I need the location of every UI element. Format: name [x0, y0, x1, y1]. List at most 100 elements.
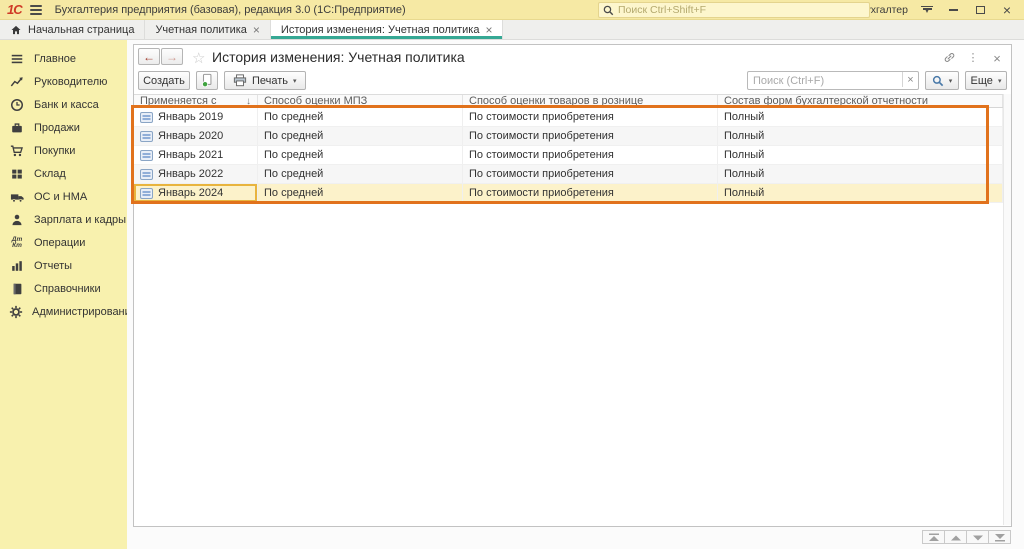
table-row[interactable]: Январь 2019 По средней По стоимости прио… — [134, 108, 1003, 127]
more-button[interactable]: Еще ▾ — [965, 71, 1007, 90]
forward-button[interactable]: → — [161, 48, 183, 65]
sidebar-item-salary-hr[interactable]: Зарплата и кадры — [0, 208, 127, 231]
cell-retail[interactable]: По стоимости приобретения — [463, 127, 718, 146]
column-header-mpz[interactable]: Способ оценки МПЗ — [258, 95, 463, 107]
scroll-up-button[interactable] — [944, 530, 967, 544]
sidebar-item-label: Администрирование — [32, 306, 137, 318]
sidebar-item-purchases[interactable]: Покупки — [0, 139, 127, 162]
service-menu-icon[interactable]: ▾ — [921, 6, 933, 14]
cell-mpz[interactable]: По средней — [258, 165, 463, 184]
sidebar-item-fixed-assets[interactable]: ОС и НМА — [0, 185, 127, 208]
column-header-retail[interactable]: Способ оценки товаров в рознице — [463, 95, 718, 107]
cell-retail[interactable]: По стоимости приобретения — [463, 184, 718, 203]
print-button[interactable]: Печать ▾ — [224, 71, 306, 90]
sidebar-item-manager[interactable]: Руководителю — [0, 70, 127, 93]
cell-period[interactable]: Январь 2019 — [134, 108, 258, 127]
cell-period-current[interactable]: Январь 2024 — [134, 184, 258, 203]
table-row[interactable]: Январь 2021 По средней По стоимости прио… — [134, 146, 1003, 165]
scroll-first-button[interactable] — [922, 530, 945, 544]
briefcase-icon — [9, 120, 25, 136]
bar-chart-icon — [9, 258, 25, 274]
sidebar-item-directories[interactable]: Справочники — [0, 277, 127, 300]
tab-close-icon[interactable]: × — [253, 24, 260, 36]
menu-lines-icon — [9, 51, 25, 67]
create-button[interactable]: Создать — [138, 71, 190, 90]
search-icon — [603, 5, 614, 16]
restore-button[interactable] — [973, 3, 987, 17]
get-link-icon[interactable] — [937, 51, 961, 67]
gear-icon — [9, 304, 23, 320]
sidebar-item-label: Отчеты — [34, 260, 72, 272]
tab-home[interactable]: Начальная страница — [0, 20, 145, 39]
record-icon — [140, 188, 153, 199]
cell-mpz[interactable]: По средней — [258, 127, 463, 146]
sidebar-item-administration[interactable]: Администрирование — [0, 300, 127, 323]
back-button[interactable]: ← — [138, 48, 160, 65]
table-search-input[interactable] — [747, 71, 919, 90]
sidebar-item-label: Операции — [34, 237, 85, 249]
cell-period[interactable]: Январь 2021 — [134, 146, 258, 165]
sidebar-item-reports[interactable]: Отчеты — [0, 254, 127, 277]
cell-mpz[interactable]: По средней — [258, 184, 463, 203]
cell-forms[interactable]: Полный — [718, 127, 1003, 146]
form-close-button[interactable]: × — [985, 51, 1009, 67]
scroll-last-button[interactable] — [988, 530, 1011, 544]
tab-accounting-policy[interactable]: Учетная политика × — [145, 20, 270, 39]
record-icon — [140, 131, 153, 142]
tab-history-accounting-policy[interactable]: История изменения: Учетная политика × — [271, 20, 504, 39]
home-icon — [10, 24, 22, 36]
column-header-period[interactable]: Применяется с ↓ — [134, 95, 258, 107]
sidebar-item-label: Склад — [34, 168, 66, 180]
tabbar: Начальная страница Учетная политика × Ис… — [0, 20, 1024, 40]
minimize-button[interactable] — [946, 3, 960, 17]
create-copy-button[interactable] — [196, 71, 218, 90]
sidebar-item-label: Главное — [34, 53, 76, 65]
sidebar-item-main[interactable]: Главное — [0, 47, 127, 70]
sidebar-item-warehouse[interactable]: Склад — [0, 162, 127, 185]
page-title: История изменения: Учетная политика — [212, 49, 465, 65]
favorite-star-icon[interactable]: ☆ — [192, 49, 205, 67]
cell-retail[interactable]: По стоимости приобретения — [463, 146, 718, 165]
chevron-down-icon: ▾ — [998, 77, 1002, 85]
cell-forms[interactable]: Полный — [718, 108, 1003, 127]
more-dots-icon[interactable]: ⋮ — [961, 51, 985, 67]
sidebar-item-sales[interactable]: Продажи — [0, 116, 127, 139]
cell-period[interactable]: Январь 2020 — [134, 127, 258, 146]
search-options-button[interactable]: ▾ — [925, 71, 959, 90]
close-window-button[interactable]: × — [1000, 3, 1014, 17]
truck-icon — [9, 189, 25, 205]
table-row[interactable]: Январь 2022 По средней По стоимости прио… — [134, 165, 1003, 184]
debit-credit-icon: ДтКт — [9, 235, 25, 251]
table-row[interactable]: Январь 2020 По средней По стоимости прио… — [134, 127, 1003, 146]
cell-forms[interactable]: Полный — [718, 165, 1003, 184]
table-row-selected[interactable]: Январь 2024 По средней По стоимости прио… — [134, 184, 1003, 203]
cell-retail[interactable]: По стоимости приобретения — [463, 165, 718, 184]
cell-period[interactable]: Январь 2022 — [134, 165, 258, 184]
global-search-field[interactable] — [618, 4, 865, 16]
sidebar-item-label: Зарплата и кадры — [34, 214, 126, 226]
cell-mpz[interactable]: По средней — [258, 146, 463, 165]
sidebar: Главное Руководителю Банк и касса Продаж… — [0, 40, 127, 549]
column-header-forms[interactable]: Состав форм бухгалтерской отчетности — [718, 95, 1003, 107]
record-icon — [140, 150, 153, 161]
cell-forms[interactable]: Полный — [718, 184, 1003, 203]
trend-icon — [9, 74, 25, 90]
cell-mpz[interactable]: По средней — [258, 108, 463, 127]
main-menu-icon[interactable] — [30, 5, 42, 15]
scroll-down-button[interactable] — [966, 530, 989, 544]
magnifier-icon — [932, 75, 944, 87]
table-scrollbar[interactable] — [1003, 94, 1011, 525]
search-clear-icon[interactable]: × — [902, 72, 918, 87]
cell-forms[interactable]: Полный — [718, 146, 1003, 165]
1c-logo: 1С — [7, 2, 22, 17]
tab-label: История изменения: Учетная политика — [281, 24, 480, 36]
sidebar-item-label: Покупки — [34, 145, 75, 157]
sidebar-item-label: Справочники — [34, 283, 101, 295]
cell-retail[interactable]: По стоимости приобретения — [463, 108, 718, 127]
sidebar-item-bank-cash[interactable]: Банк и касса — [0, 93, 127, 116]
sidebar-item-operations[interactable]: ДтКт Операции — [0, 231, 127, 254]
person-icon — [9, 212, 25, 228]
global-search-input[interactable] — [598, 2, 870, 18]
app-window: 1С Бухгалтерия предприятия (базовая), ре… — [0, 0, 1024, 549]
tab-close-icon[interactable]: × — [485, 24, 492, 36]
